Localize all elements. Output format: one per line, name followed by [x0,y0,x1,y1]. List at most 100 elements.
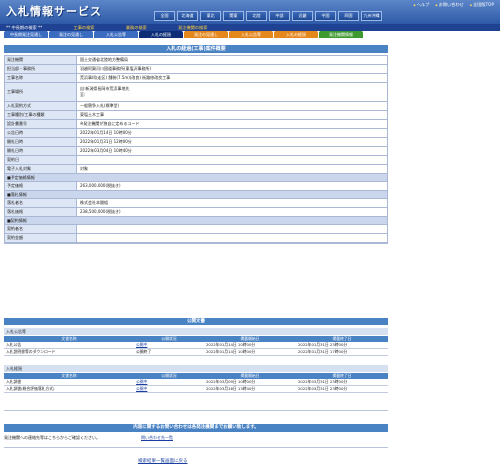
table-row: 入札説明書等のダウンロード 公開終了 2022年01月14日 10時00分 20… [4,348,388,356]
field-value: 対象 [80,166,88,171]
field-value [77,156,387,164]
field-label: 契約者名 [5,225,77,233]
detail-row: 落札価格 238,500,000(税抜き) [5,208,387,217]
field-value: 238,500,000(税抜き) [80,209,121,214]
field-label: 工事名称 [5,74,77,82]
nav-tabs: 中長期発注見通し 発注の見通し 入札公告等 入札の経過 発注の見通し 入札公告等… [4,31,363,38]
tab-service-notice[interactable]: 入札公告等 [229,31,273,38]
field-label: 入札契約方式 [5,102,77,110]
back-to-results-link[interactable]: 検索結果一覧画面に戻る [138,458,188,464]
detail-row: 落札者名 株式会社本間組 [5,199,387,208]
public-docs-table-progress: 文書名称 公開状況 掲載開始日 掲載終了日 入札調書 公開中 2022年03月0… [4,373,388,393]
detail-row: 契約金額 [5,234,387,243]
region-tab[interactable]: 九州沖縄 [361,11,382,21]
region-tab[interactable]: 中国 [315,11,336,21]
detail-row: 入札契約方式 一般競争入札(標準型) [5,102,387,111]
field-value: 2022年03月04日 10時40分 [80,148,132,153]
region-tab[interactable]: 全国 [154,11,175,21]
section-header-contract: ■契約情報 [5,217,387,225]
tab-service-outlook[interactable]: 発注の見通し [184,31,228,38]
field-label: 落札者名 [5,199,77,207]
tab-construction-outlook[interactable]: 発注の見通し [49,31,93,38]
public-docs-group-notice: 入札公告等 [4,328,388,335]
field-label: 落札価格 [5,208,77,216]
detail-row: 電子入札対象 対象 [5,165,387,174]
search-label-agency: 発注機関の検索 [178,25,208,30]
detail-row: 発注機関 国土交通省北陸地方整備局 [5,56,387,65]
region-tab[interactable]: 東北 [200,11,221,21]
field-value: 羽越阿賀河川国道事務所(東塩沢事務所) [80,66,152,71]
contact-link[interactable]: お問い合わせ [435,2,464,8]
doc-end: 2022年01月31日 17時00分 [296,348,388,356]
field-value: 一般競争入札(標準型) [80,103,120,108]
tab-construction-progress[interactable]: 入札の経過 [139,31,183,38]
field-label: 設計書番号 [5,120,77,128]
field-label: 担当部・事務所 [5,65,77,73]
divider [4,410,388,411]
region-tab[interactable]: 北海道 [177,11,198,21]
detail-row: 設計書番号 ※発注機関が独自に定めるコード [5,120,387,129]
field-value: 株式会社本間組 [80,200,108,205]
field-value: 国土交通省北陸地方整備局 [80,57,128,62]
field-label: 予定価格 [5,182,77,190]
divider [4,447,388,448]
detail-row: 予定価格 263,000,000(税抜き) [5,182,387,191]
table-row: 入札調書(総合評価落札方式) 公開中 2022年03月16日 13時40分 20… [4,385,388,393]
tab-construction-notice[interactable]: 入札公告等 [94,31,138,38]
tab-agency-info[interactable]: 発注機関情報 [319,31,363,38]
contact-title: 内容に関するお問い合わせは各発注機関までお願い致します。 [4,424,388,432]
field-value: 東塩土木工事 [80,112,104,117]
field-label: 電子入札対象 [5,165,77,173]
field-value: ※発注機関が独自に定めるコード [80,121,140,126]
field-value: 2022年01月14日 10時00分 [80,130,132,135]
contact-text: 発注機関への連絡先等はこちらからご確認ください。 [4,435,100,440]
doc-status-link[interactable]: 公開中 [134,385,204,393]
detail-row: 工事場所 自:新潟県長岡市荒浜事地先 至: [5,83,387,102]
field-value [77,234,387,242]
search-category-bar: ** 中長期の検索 ** 工事の検索 業務の検索 発注機関の検索 [0,24,500,31]
detail-table: 発注機関 国土交通省北陸地方整備局 担当部・事務所 羽越阿賀河川国道事務所(東塩沢事務… [4,55,388,244]
field-label: 工事種別/工事の種類 [5,111,77,119]
doc-status: 公開終了 [134,348,204,356]
detail-row: 工事種別/工事の種類 東塩土木工事 [5,111,387,120]
field-value: 自:新潟県長岡市荒浜事地先 至: [80,86,130,97]
public-docs-title: 公開文書 [4,318,388,325]
detail-row: 開札日時 2022年01月31日 12時00分 [5,138,387,147]
field-value [77,225,387,233]
doc-start: 2022年01月14日 10時00分 [204,348,296,356]
field-value: 荒浜事(吹走区) 舗装(7.5m)(改良) 街路修改良工事 [80,75,171,80]
field-value: 263,000,000(税抜き) [80,183,121,188]
contact-row: 発注機関への連絡先等はこちらからご確認ください。 問い合わせ先一覧 [4,435,388,441]
detail-row: 工事名称 荒浜事(吹走区) 舗装(7.5m)(改良) 街路修改良工事 [5,74,387,83]
page-title: 入札の経過(工事)案件概要 [4,45,388,53]
top-link[interactable]: 全国版TOP [470,2,494,8]
detail-row: 契約者名 [5,225,387,234]
region-tab[interactable]: 近畿 [292,11,313,21]
help-link[interactable]: ヘルプ [413,2,430,8]
region-tab[interactable]: 四国 [338,11,359,21]
region-tab[interactable]: 北陸 [246,11,267,21]
field-label: 契約日 [5,156,77,164]
tab-service-progress[interactable]: 入札の経過 [274,31,318,38]
header-links: ヘルプ お問い合わせ 全国版TOP [413,2,494,8]
detail-row: 開札日時 2022年03月04日 10時40分 [5,147,387,156]
detail-row: 公告日時 2022年01月14日 10時00分 [5,129,387,138]
region-tabs: 全国 北海道 東北 関東 北陸 中部 近畿 中国 四国 九州沖縄 [154,11,382,21]
field-label: 契約金額 [5,234,77,242]
search-label-service: 業務の検索 [125,25,147,30]
detail-row: 契約日 [5,156,387,165]
public-docs-group-progress: 入札経過 [4,365,388,372]
section-header-award: ■落札情報 [5,191,387,199]
contact-list-link[interactable]: 問い合わせ先一覧 [141,435,173,441]
doc-name: 入札説明書等のダウンロード [4,348,134,356]
region-tab[interactable]: 関東 [223,11,244,21]
header: 入札情報サービス ヘルプ お問い合わせ 全国版TOP 全国 北海道 東北 関東 … [0,0,500,24]
section-header-price: ■予定価格情報 [5,174,387,182]
region-tab[interactable]: 中部 [269,11,290,21]
site-title: 入札情報サービス [6,5,102,18]
detail-row: 担当部・事務所 羽越阿賀河川国道事務所(東塩沢事務所) [5,65,387,74]
doc-name: 入札調書(総合評価落札方式) [4,385,134,393]
tab-midterm-outlook[interactable]: 中長期発注見通し [4,31,48,38]
field-label: 公告日時 [5,129,77,137]
field-label: 工事場所 [5,83,77,101]
